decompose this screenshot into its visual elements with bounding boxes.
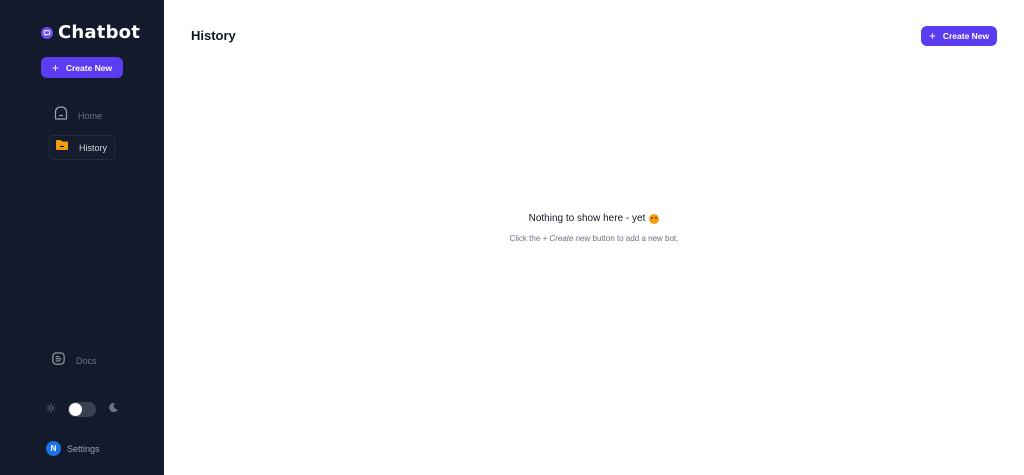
- sidebar-nav: Home History: [49, 103, 115, 167]
- avatar: N: [46, 441, 61, 456]
- create-new-label: Create New: [65, 62, 113, 73]
- create-new-label: Create New: [942, 31, 990, 41]
- sidebar-create-new-button[interactable]: + Create New: [41, 57, 123, 78]
- moon-icon: [108, 400, 119, 418]
- theme-toggle[interactable]: [68, 401, 96, 417]
- sun-icon: [46, 400, 56, 418]
- empty-title-text: Nothing to show here - yet: [528, 213, 646, 224]
- header-create-new-button[interactable]: + Create New: [921, 26, 997, 46]
- sidebar-item-history[interactable]: History: [49, 135, 115, 160]
- brand[interactable]: Chatbot: [41, 22, 140, 43]
- brand-name: Chatbot: [58, 22, 141, 43]
- settings-button[interactable]: N Settings: [46, 441, 100, 456]
- empty-state-subtitle: Click the + Create new button to add a n…: [164, 234, 1024, 243]
- sidebar-item-label: Home: [78, 110, 103, 121]
- chat-logo-icon: [41, 26, 53, 39]
- folder-icon: [54, 137, 70, 158]
- toggle-knob: [69, 402, 82, 416]
- settings-label: Settings: [67, 443, 100, 454]
- document-icon: [51, 351, 66, 371]
- page-title: History: [191, 28, 236, 43]
- plus-icon: +: [51, 60, 59, 75]
- home-icon: [53, 105, 69, 126]
- subtitle-suffix: button to add a new bot.: [590, 234, 679, 243]
- theme-switcher: [46, 400, 119, 418]
- sidebar: Chatbot + Create New Home History Docs N…: [0, 0, 164, 475]
- emoji-icon: [649, 213, 660, 224]
- sidebar-item-docs[interactable]: Docs: [51, 351, 97, 371]
- subtitle-prefix: Click the: [509, 234, 543, 243]
- docs-label: Docs: [76, 356, 97, 366]
- empty-state-title: Nothing to show here - yet: [529, 213, 660, 224]
- subtitle-create-link: + Create new: [542, 234, 591, 243]
- sidebar-item-home[interactable]: Home: [49, 103, 115, 128]
- empty-state: Nothing to show here - yet Click the + C…: [164, 208, 1024, 243]
- plus-icon: +: [928, 29, 936, 43]
- sidebar-item-label: History: [79, 142, 108, 153]
